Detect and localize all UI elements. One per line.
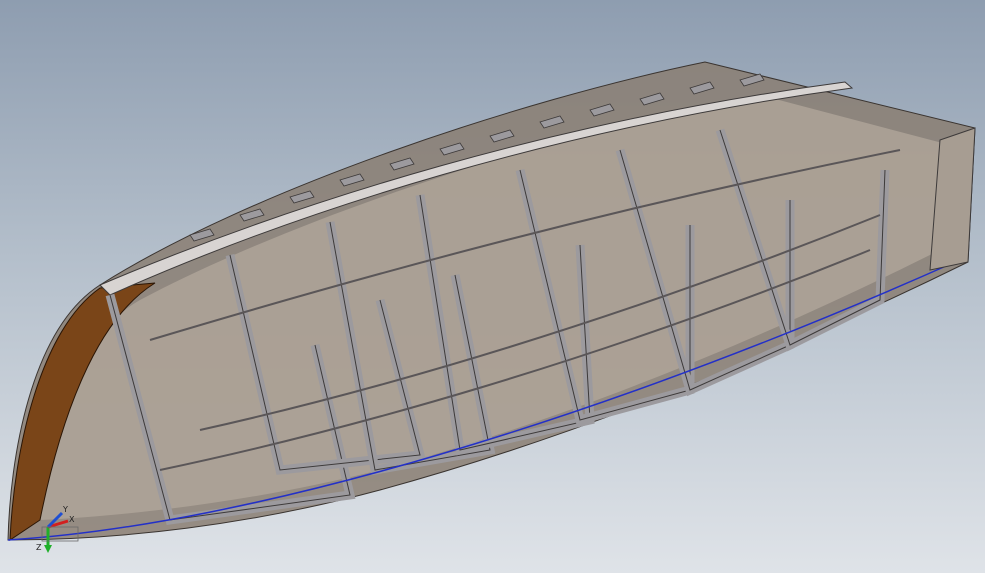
z-axis-arrowhead <box>44 545 52 553</box>
boat-model[interactable] <box>0 0 985 573</box>
y-axis-label: Y <box>63 505 68 514</box>
cad-viewport[interactable]: X Y Z <box>0 0 985 573</box>
coordinate-triad-icon[interactable]: X Y Z <box>36 505 86 555</box>
triad-graphic <box>41 511 79 553</box>
z-axis-label: Z <box>36 543 42 552</box>
x-axis-label: X <box>69 515 75 524</box>
